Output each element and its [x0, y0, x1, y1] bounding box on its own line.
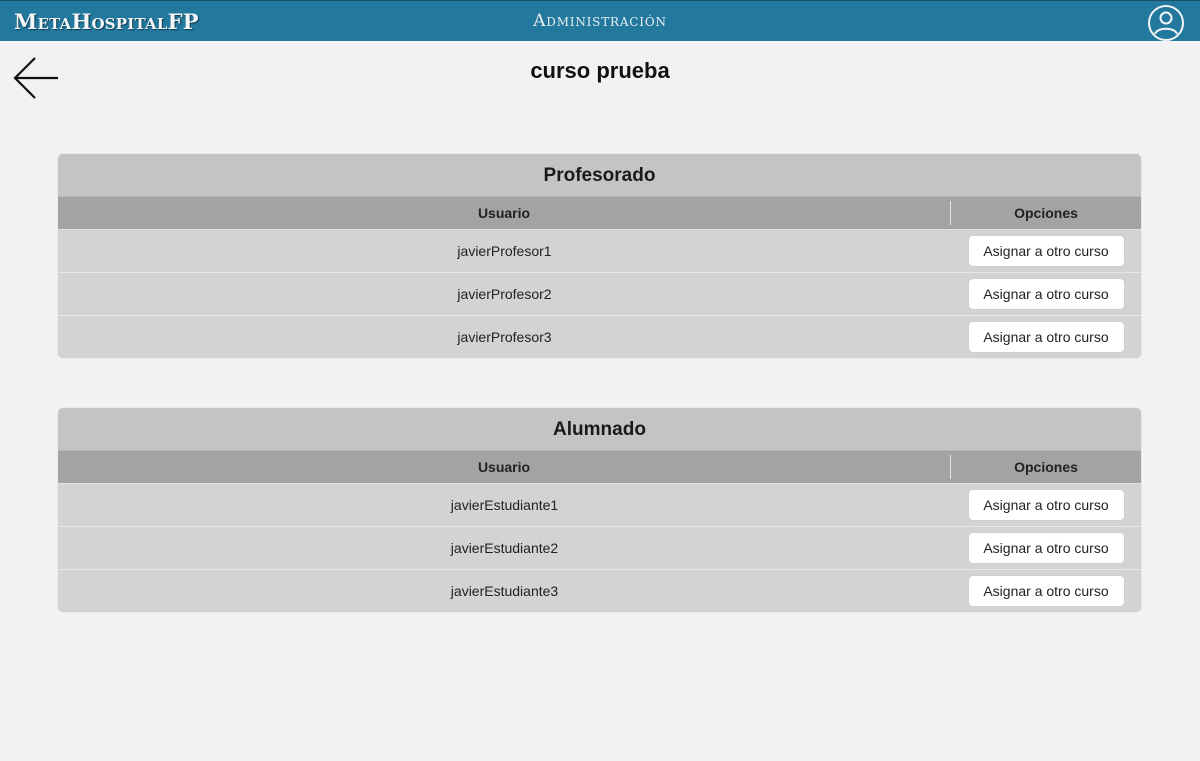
table-body: javierProfesor1 Asignar a otro curso jav…: [58, 229, 1141, 358]
user-cell: javierEstudiante3: [450, 583, 559, 599]
user-cell: javierEstudiante2: [450, 540, 559, 556]
table-row: javierEstudiante2 Asignar a otro curso: [58, 526, 1141, 569]
table-row: javierProfesor2 Asignar a otro curso: [58, 272, 1141, 315]
assign-course-button[interactable]: Asignar a otro curso: [968, 576, 1124, 606]
table-row: javierEstudiante3 Asignar a otro curso: [58, 569, 1141, 612]
assign-course-button[interactable]: Asignar a otro curso: [968, 322, 1124, 352]
assign-course-button[interactable]: Asignar a otro curso: [968, 533, 1124, 563]
table-row: javierProfesor3 Asignar a otro curso: [58, 315, 1141, 358]
table-body: javierEstudiante1 Asignar a otro curso j…: [58, 483, 1141, 612]
table-row: javierEstudiante1 Asignar a otro curso: [58, 483, 1141, 526]
user-cell: javierProfesor2: [457, 286, 552, 302]
teachers-panel: Profesorado Usuario Opciones javierProfe…: [58, 154, 1141, 358]
panel-title: Profesorado: [58, 154, 1141, 197]
user-cell: javierProfesor3: [457, 329, 552, 345]
user-circle-icon: [1148, 5, 1184, 41]
assign-course-button[interactable]: Asignar a otro curso: [968, 236, 1124, 266]
students-panel: Alumnado Usuario Opciones javierEstudian…: [58, 408, 1141, 612]
column-header-user: Usuario: [58, 201, 951, 225]
column-header-options: Opciones: [1014, 459, 1078, 475]
panel-title: Alumnado: [58, 408, 1141, 451]
assign-course-button[interactable]: Asignar a otro curso: [968, 279, 1124, 309]
assign-course-button[interactable]: Asignar a otro curso: [968, 490, 1124, 520]
column-header-options: Opciones: [1014, 205, 1078, 221]
top-navbar: MetaHospitalFP Administración: [0, 0, 1200, 41]
column-header-user: Usuario: [58, 455, 951, 479]
table-header: Usuario Opciones: [58, 451, 1141, 483]
table-row: javierProfesor1 Asignar a otro curso: [58, 229, 1141, 272]
table-header: Usuario Opciones: [58, 197, 1141, 229]
page-title: curso prueba: [530, 58, 670, 83]
profile-button[interactable]: [1147, 4, 1185, 42]
section-title: Administración: [533, 11, 667, 31]
user-cell: javierEstudiante1: [450, 497, 559, 513]
user-cell: javierProfesor1: [457, 243, 552, 259]
